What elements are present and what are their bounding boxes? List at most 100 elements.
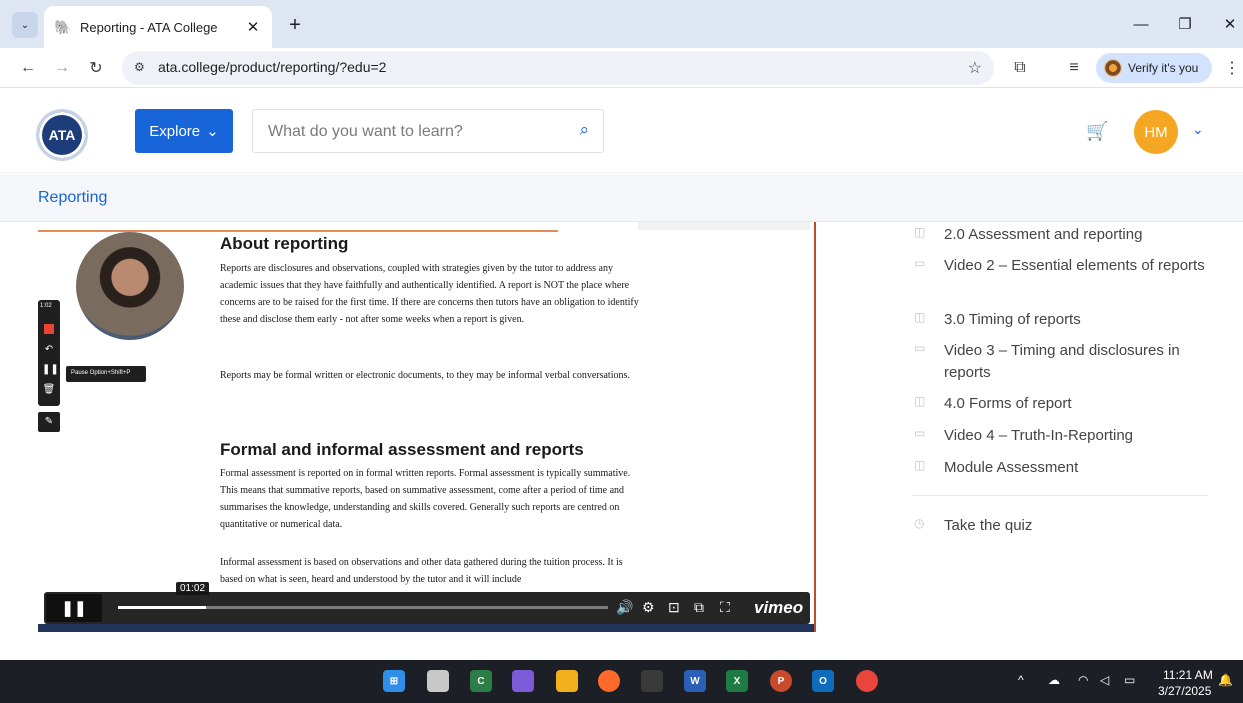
notification-icon[interactable]: 🔔 — [1218, 673, 1233, 687]
onedrive-icon[interactable]: ☁ — [1048, 673, 1060, 687]
search-icon[interactable]: ⌕ — [579, 120, 589, 140]
delete-icon[interactable]: 🗑 — [42, 384, 56, 398]
browser-tab-strip: ⌄ 🐘 Reporting - ATA College ✕ + — ❐ ✕ — [0, 0, 1243, 48]
verify-label: Verify it's you — [1128, 61, 1199, 75]
take-quiz-label: Take the quiz — [944, 517, 1033, 534]
windows-taskbar: ⊞ C W X P O ^ ☁ ◠ ◁ ▭ 11:21 AM 3/27/2025… — [0, 660, 1243, 703]
quiz-icon: ◷ — [914, 516, 925, 530]
speaker-icon[interactable]: ◁ — [1100, 673, 1109, 687]
outlook-icon[interactable]: O — [812, 670, 834, 692]
ata-college-logo[interactable]: ATA — [36, 109, 88, 161]
chevron-down-icon[interactable]: ⌄ — [1192, 121, 1204, 138]
pause-button[interactable]: ❚❚ — [46, 594, 102, 622]
battery-icon[interactable]: ▭ — [1124, 673, 1135, 687]
bookmark-star-icon[interactable]: ☆ — [968, 58, 982, 78]
recorder-toolbar: 1:02 ↶ ❚❚ 🗑 — [38, 300, 60, 406]
draw-pen-icon[interactable]: ✎ — [38, 412, 60, 432]
clock-time[interactable]: 11:21 AM — [1163, 668, 1213, 682]
outline-item-label: 4.0 Forms of report — [944, 395, 1072, 412]
excel-icon[interactable]: X — [726, 670, 748, 692]
clock-date[interactable]: 3/27/2025 — [1158, 684, 1211, 698]
outline-item-label: Video 4 – Truth-In-Reporting — [944, 427, 1134, 444]
outline-divider — [912, 495, 1208, 496]
task-view-icon[interactable] — [427, 670, 449, 692]
pause-record-icon[interactable]: ❚❚ — [42, 364, 59, 378]
avatar[interactable]: HM — [1134, 110, 1178, 154]
chevron-down-icon: ⌄ — [206, 123, 219, 140]
breadcrumb-reporting[interactable]: Reporting — [38, 189, 107, 207]
cast-icon[interactable]: ⊡ — [668, 599, 680, 616]
slide-heading-formal: Formal and informal assessment and repor… — [220, 440, 584, 459]
minimize-button[interactable]: — — [1126, 10, 1156, 38]
document-icon: ◫ — [914, 225, 926, 239]
video-icon: ▭ — [914, 256, 926, 270]
video-player[interactable]: About reporting Reports are disclosures … — [38, 222, 816, 632]
back-button[interactable]: ← — [16, 56, 40, 80]
pip-icon[interactable]: ⧉ — [694, 599, 704, 616]
cart-icon[interactable]: 🛒 — [1086, 121, 1108, 142]
close-window-button[interactable]: ✕ — [1215, 10, 1243, 38]
player-controls: ❚❚ 🔊 ⚙ ⊡ ⧉ ⛶ vimeo — [44, 592, 810, 624]
firefox-icon[interactable] — [598, 670, 620, 692]
outline-item-label: 3.0 Timing of reports — [944, 311, 1081, 328]
site-favicon-icon: 🐘 — [54, 18, 72, 35]
forward-button[interactable]: → — [50, 56, 74, 80]
explore-button[interactable]: Explore ⌄ — [135, 109, 233, 153]
tab-search-button[interactable]: ⌄ — [12, 12, 38, 38]
app-icon[interactable]: C — [470, 670, 492, 692]
search-input[interactable]: What do you want to learn? — [268, 123, 463, 141]
recorder-tooltip: Pause Option+Shift+P — [66, 366, 146, 382]
progress-bar[interactable] — [118, 606, 608, 609]
slide-paragraph: Reports may be formal written or electro… — [220, 370, 630, 381]
undo-icon[interactable]: ↶ — [42, 344, 56, 358]
reading-list-icon[interactable]: ≡ — [1062, 56, 1086, 80]
progress-fill — [118, 606, 207, 609]
profile-verify-button[interactable]: Verify it's you — [1096, 53, 1212, 83]
settings-icon[interactable]: ⚙ — [642, 599, 655, 616]
start-icon[interactable]: ⊞ — [383, 670, 405, 692]
explore-label: Explore — [149, 122, 201, 140]
recorder-time: 1:02 — [40, 303, 52, 309]
copilot-icon[interactable] — [512, 670, 534, 692]
slide-paragraph: Informal assessment is based on observat… — [220, 557, 623, 585]
video-icon: ▭ — [914, 341, 926, 355]
video-icon: ▭ — [914, 426, 926, 440]
outline-item-label: Video 2 – Essential elements of reports — [944, 257, 1205, 274]
powerpoint-icon[interactable]: P — [770, 670, 792, 692]
address-bar[interactable]: ⚙ ata.college/product/reporting/?edu=2 ☆ — [122, 51, 994, 85]
wifi-icon[interactable]: ◠ — [1078, 673, 1088, 687]
word-icon[interactable]: W — [684, 670, 706, 692]
browser-menu-icon[interactable]: ⋮ — [1220, 56, 1243, 80]
clipchamp-icon[interactable] — [641, 670, 663, 692]
file-explorer-icon[interactable] — [556, 670, 578, 692]
presenter-webcam — [76, 232, 184, 340]
site-info-icon[interactable]: ⚙ — [134, 60, 145, 74]
extensions-icon[interactable]: ⧉ — [1008, 56, 1032, 80]
browser-tab-active[interactable]: 🐘 Reporting - ATA College ✕ — [44, 6, 272, 48]
tab-close-icon[interactable]: ✕ — [244, 18, 262, 36]
video-top-overlay — [638, 222, 810, 230]
stop-record-icon[interactable] — [44, 324, 54, 334]
volume-icon[interactable]: 🔊 — [616, 599, 633, 616]
site-header: ATA Explore ⌄ What do you want to learn?… — [0, 89, 1243, 173]
video-bottom-strip — [38, 624, 814, 632]
vimeo-logo[interactable]: vimeo — [754, 598, 803, 618]
outline-item-label: 2.0 Assessment and reporting — [944, 226, 1143, 243]
reload-button[interactable]: ↻ — [84, 56, 108, 80]
outline-item-label: Video 3 – Timing and disclosures in repo… — [944, 342, 1180, 381]
tray-chevron-icon[interactable]: ^ — [1018, 673, 1024, 687]
document-icon: ◫ — [914, 458, 926, 472]
url-text[interactable]: ata.college/product/reporting/?edu=2 — [158, 59, 386, 75]
restore-button[interactable]: ❐ — [1170, 10, 1200, 38]
slide-paragraph: Reports are disclosures and observations… — [220, 263, 639, 325]
document-icon: ◫ — [914, 394, 926, 408]
search-box[interactable]: What do you want to learn? ⌕ — [252, 109, 604, 153]
tab-title: Reporting - ATA College — [80, 19, 218, 35]
document-icon: ◫ — [914, 310, 926, 324]
slide-heading-about: About reporting — [220, 234, 349, 253]
new-tab-button[interactable]: + — [282, 12, 308, 38]
chrome-icon[interactable] — [856, 670, 878, 692]
breadcrumb: Reporting — [0, 174, 1243, 222]
slide-paragraph: Formal assessment is reported on in form… — [220, 468, 631, 530]
fullscreen-icon[interactable]: ⛶ — [720, 599, 730, 616]
